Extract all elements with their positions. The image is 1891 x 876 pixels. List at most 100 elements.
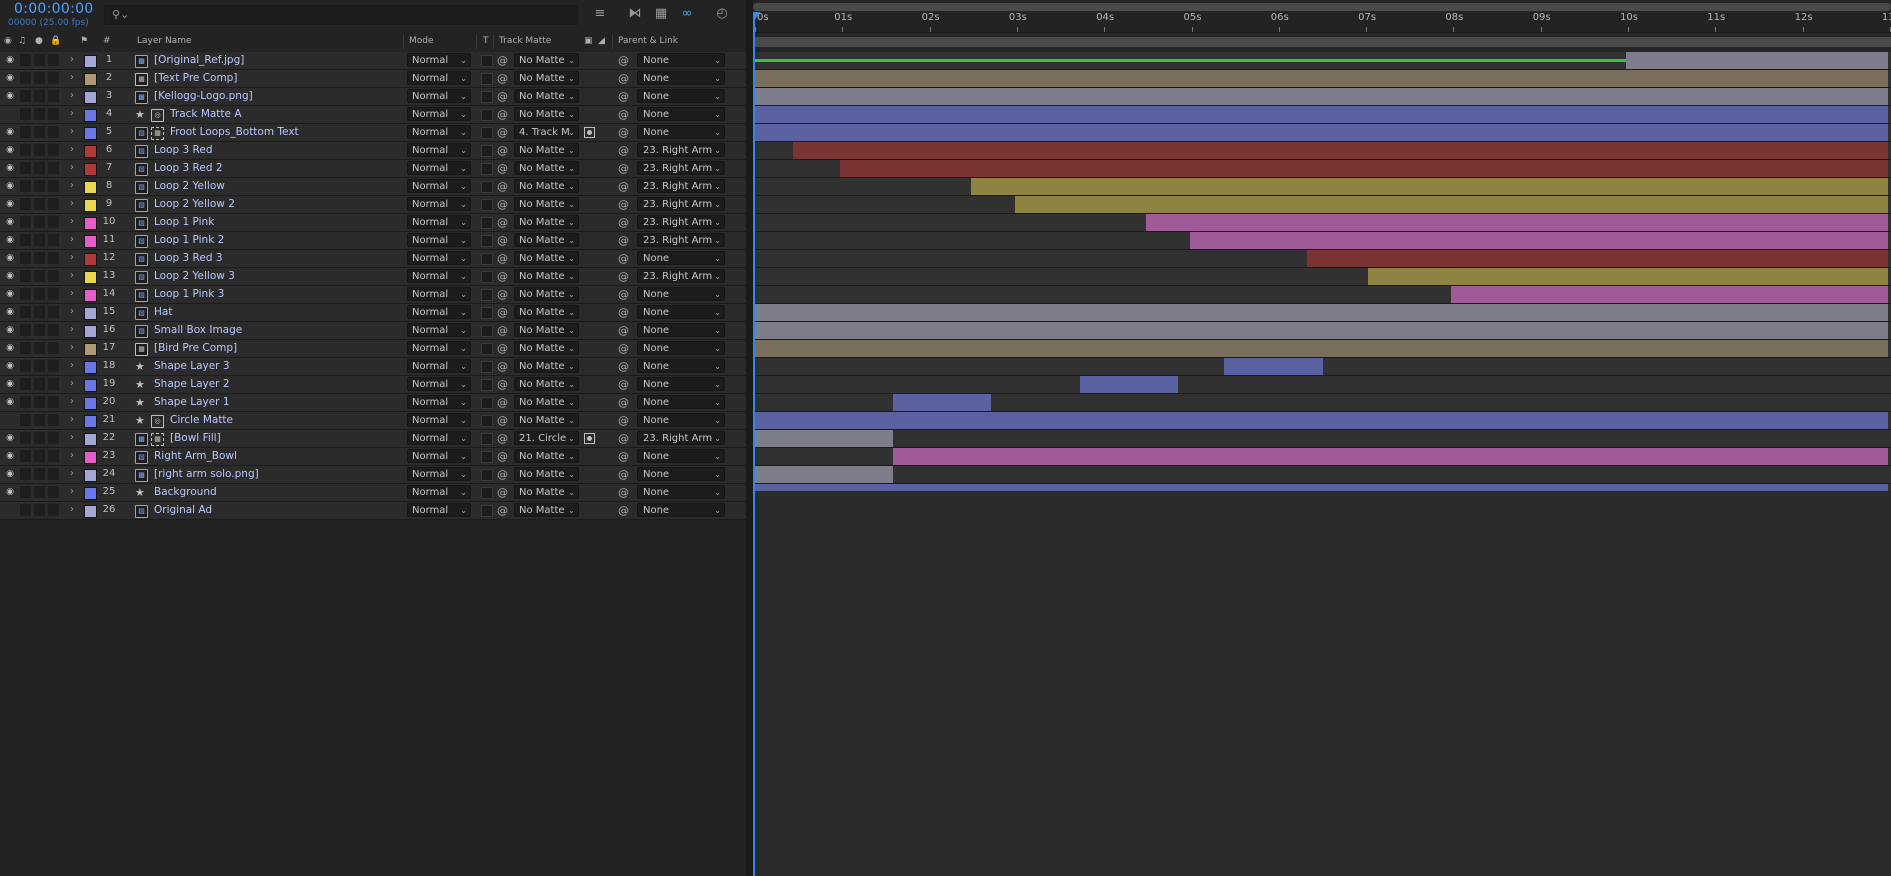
blend-mode-select[interactable]: Normal ⌄ bbox=[407, 503, 471, 517]
track-matte-select[interactable]: No Matte ⌄ bbox=[514, 71, 579, 85]
parent-pickwhip-icon[interactable]: @ bbox=[618, 504, 629, 517]
preserve-transparency-toggle[interactable] bbox=[481, 181, 493, 193]
draft-3d-icon[interactable]: ⧑ bbox=[625, 5, 645, 23]
visibility-eye-icon[interactable] bbox=[4, 415, 16, 426]
matte-pickwhip-icon[interactable]: @ bbox=[497, 144, 508, 157]
lock-switch[interactable] bbox=[48, 126, 59, 138]
label-header-icon[interactable]: ⚑ bbox=[80, 36, 88, 46]
visibility-eye-icon[interactable]: ◉ bbox=[4, 253, 16, 264]
lock-switch[interactable] bbox=[48, 360, 59, 372]
expand-chevron-icon[interactable]: › bbox=[70, 450, 74, 461]
blend-mode-select[interactable]: Normal ⌄ bbox=[407, 251, 471, 265]
layer-row[interactable]: ◉ › 16 ▧ Small Box Image Normal ⌄ @ No Ma… bbox=[0, 322, 746, 340]
label-color-swatch[interactable] bbox=[84, 343, 97, 356]
parent-pickwhip-icon[interactable]: @ bbox=[618, 486, 629, 499]
layer-track[interactable] bbox=[753, 142, 1891, 160]
layer-name[interactable]: Small Box Image bbox=[154, 324, 242, 336]
layer-track[interactable] bbox=[753, 196, 1891, 214]
visibility-eye-icon[interactable]: ◉ bbox=[4, 271, 16, 282]
matte-pickwhip-icon[interactable]: @ bbox=[497, 288, 508, 301]
parent-pickwhip-icon[interactable]: @ bbox=[618, 72, 629, 85]
audio-switch[interactable] bbox=[20, 486, 31, 498]
expand-chevron-icon[interactable]: › bbox=[70, 252, 74, 263]
solo-switch[interactable] bbox=[34, 126, 45, 138]
expand-chevron-icon[interactable]: › bbox=[70, 108, 74, 119]
layer-duration-bar[interactable] bbox=[753, 70, 1888, 87]
matte-pickwhip-icon[interactable]: @ bbox=[497, 360, 508, 373]
search-input[interactable]: ⚲⌄ bbox=[104, 5, 578, 25]
layer-name[interactable]: Loop 1 Pink 2 bbox=[154, 234, 224, 246]
visibility-eye-icon[interactable]: ◉ bbox=[4, 307, 16, 318]
layer-name[interactable]: Loop 2 Yellow bbox=[154, 180, 225, 192]
track-matte-select[interactable]: No Matte ⌄ bbox=[514, 233, 579, 247]
parent-pickwhip-icon[interactable]: @ bbox=[618, 270, 629, 283]
solo-switch[interactable] bbox=[34, 450, 45, 462]
parent-pickwhip-icon[interactable]: @ bbox=[618, 198, 629, 211]
visibility-eye-icon[interactable]: ◉ bbox=[4, 469, 16, 480]
solo-switch[interactable] bbox=[34, 270, 45, 282]
track-matte-select[interactable]: No Matte ⌄ bbox=[514, 395, 579, 409]
parent-select[interactable]: None ⌄ bbox=[637, 305, 725, 319]
layer-track[interactable] bbox=[753, 430, 1891, 448]
blend-mode-select[interactable]: Normal ⌄ bbox=[407, 125, 471, 139]
parent-pickwhip-icon[interactable]: @ bbox=[618, 306, 629, 319]
layer-duration-bar[interactable] bbox=[793, 142, 1888, 159]
parent-select[interactable]: 23. Right Arm ⌄ bbox=[637, 143, 725, 157]
label-color-swatch[interactable] bbox=[84, 361, 97, 374]
audio-switch[interactable] bbox=[20, 108, 31, 120]
label-color-swatch[interactable] bbox=[84, 505, 97, 518]
solo-switch[interactable] bbox=[34, 90, 45, 102]
audio-switch[interactable] bbox=[20, 396, 31, 408]
layer-track[interactable] bbox=[753, 250, 1891, 268]
label-color-swatch[interactable] bbox=[84, 109, 97, 122]
layer-name[interactable]: [Kellogg-Logo.png] bbox=[154, 90, 253, 102]
layer-row[interactable]: › 4 ★ ◎ Track Matte A Normal ⌄ @ No Matte… bbox=[0, 106, 746, 124]
parent-select[interactable]: None ⌄ bbox=[637, 359, 725, 373]
label-color-swatch[interactable] bbox=[84, 181, 97, 194]
blend-mode-select[interactable]: Normal ⌄ bbox=[407, 179, 471, 193]
layer-track[interactable] bbox=[753, 232, 1891, 250]
layer-duration-bar[interactable] bbox=[753, 106, 1888, 123]
track-matte-select[interactable]: No Matte ⌄ bbox=[514, 449, 579, 463]
solo-switch[interactable] bbox=[34, 72, 45, 84]
layer-duration-bar[interactable] bbox=[753, 322, 1888, 339]
blend-mode-select[interactable]: Normal ⌄ bbox=[407, 143, 471, 157]
preserve-transparency-toggle[interactable] bbox=[481, 379, 493, 391]
layer-name[interactable]: Shape Layer 2 bbox=[154, 378, 230, 390]
expand-chevron-icon[interactable]: › bbox=[70, 270, 74, 281]
parent-select[interactable]: None ⌄ bbox=[637, 503, 725, 517]
layer-row[interactable]: ◉ › 14 ▧ Loop 1 Pink 3 Normal ⌄ @ No Matt… bbox=[0, 286, 746, 304]
solo-switch[interactable] bbox=[34, 234, 45, 246]
label-color-swatch[interactable] bbox=[84, 451, 97, 464]
visibility-eye-icon[interactable]: ◉ bbox=[4, 199, 16, 210]
work-area[interactable] bbox=[753, 33, 1891, 52]
blend-mode-select[interactable]: Normal ⌄ bbox=[407, 323, 471, 337]
layer-track[interactable] bbox=[753, 178, 1891, 196]
audio-switch[interactable] bbox=[20, 432, 31, 444]
preserve-transparency-toggle[interactable] bbox=[481, 451, 493, 463]
matte-pickwhip-icon[interactable]: @ bbox=[497, 342, 508, 355]
label-color-swatch[interactable] bbox=[84, 415, 97, 428]
layer-duration-bar[interactable] bbox=[753, 88, 1888, 105]
audio-switch[interactable] bbox=[20, 360, 31, 372]
parent-select[interactable]: 23. Right Arm ⌄ bbox=[637, 197, 725, 211]
audio-switch[interactable] bbox=[20, 504, 31, 516]
track-matte-select[interactable]: No Matte ⌄ bbox=[514, 323, 579, 337]
matte-invert-toggle[interactable] bbox=[584, 433, 595, 444]
comp-flowchart-icon[interactable]: ≡ bbox=[590, 5, 610, 23]
layer-duration-bar[interactable] bbox=[753, 466, 893, 483]
layer-name[interactable]: Loop 3 Red 2 bbox=[154, 162, 223, 174]
layer-name[interactable]: Hat bbox=[154, 306, 172, 318]
preserve-transparency-toggle[interactable] bbox=[481, 253, 493, 265]
blend-mode-select[interactable]: Normal ⌄ bbox=[407, 161, 471, 175]
label-color-swatch[interactable] bbox=[84, 235, 97, 248]
expand-chevron-icon[interactable]: › bbox=[70, 432, 74, 443]
solo-switch[interactable] bbox=[34, 144, 45, 156]
lock-switch[interactable] bbox=[48, 162, 59, 174]
expand-chevron-icon[interactable]: › bbox=[70, 54, 74, 65]
audio-switch[interactable] bbox=[20, 198, 31, 210]
preserve-transparency-toggle[interactable] bbox=[481, 199, 493, 211]
layer-duration-bar[interactable] bbox=[892, 448, 1888, 465]
blend-mode-select[interactable]: Normal ⌄ bbox=[407, 305, 471, 319]
track-matte-select[interactable]: No Matte ⌄ bbox=[514, 179, 579, 193]
